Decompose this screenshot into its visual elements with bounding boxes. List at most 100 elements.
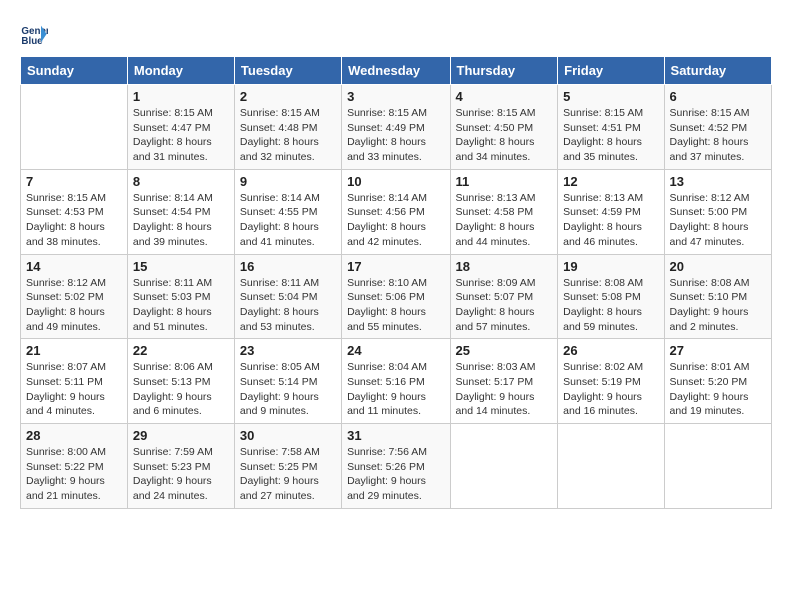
day-number: 19: [563, 259, 658, 274]
calendar-cell: 27 Sunrise: 8:01 AM Sunset: 5:20 PM Dayli…: [664, 339, 771, 424]
day-header-sunday: Sunday: [21, 57, 128, 85]
day-header-thursday: Thursday: [450, 57, 558, 85]
calendar-cell: 17Sunrise: 8:10 AM Sunset: 5:06 PM Dayli…: [342, 254, 450, 339]
day-number: 18: [456, 259, 553, 274]
day-detail: Sunrise: 8:13 AM Sunset: 4:58 PM Dayligh…: [456, 191, 553, 250]
day-detail: Sunrise: 8:02 AM Sunset: 5:19 PM Dayligh…: [563, 360, 658, 419]
day-number: 4: [456, 89, 553, 104]
day-detail: Sunrise: 8:01 AM Sunset: 5:20 PM Dayligh…: [670, 360, 766, 419]
day-number: 5: [563, 89, 658, 104]
day-detail: Sunrise: 8:11 AM Sunset: 5:03 PM Dayligh…: [133, 276, 229, 335]
day-detail: Sunrise: 8:12 AM Sunset: 5:02 PM Dayligh…: [26, 276, 122, 335]
calendar-cell: 9 Sunrise: 8:14 AM Sunset: 4:55 PM Daylig…: [234, 169, 341, 254]
calendar-week-2: 7 Sunrise: 8:15 AM Sunset: 4:53 PM Daylig…: [21, 169, 772, 254]
calendar-week-3: 14 Sunrise: 8:12 AM Sunset: 5:02 PM Dayli…: [21, 254, 772, 339]
calendar-cell: [558, 424, 664, 509]
calendar-cell: 28 Sunrise: 8:00 AM Sunset: 5:22 PM Dayli…: [21, 424, 128, 509]
day-detail: Sunrise: 8:15 AM Sunset: 4:53 PM Dayligh…: [26, 191, 122, 250]
day-detail: Sunrise: 8:14 AM Sunset: 4:56 PM Dayligh…: [347, 191, 444, 250]
day-number: 22: [133, 343, 229, 358]
day-number: 15: [133, 259, 229, 274]
calendar-cell: 19Sunrise: 8:08 AM Sunset: 5:08 PM Dayli…: [558, 254, 664, 339]
calendar-cell: 16 Sunrise: 8:11 AM Sunset: 5:04 PM Dayli…: [234, 254, 341, 339]
calendar-cell: 14 Sunrise: 8:12 AM Sunset: 5:02 PM Dayli…: [21, 254, 128, 339]
svg-text:Blue: Blue: [21, 36, 43, 47]
day-detail: Sunrise: 7:56 AM Sunset: 5:26 PM Dayligh…: [347, 445, 444, 504]
logo: General Blue: [20, 20, 52, 48]
day-number: 7: [26, 174, 122, 189]
day-number: 28: [26, 428, 122, 443]
day-header-monday: Monday: [127, 57, 234, 85]
calendar-cell: 23Sunrise: 8:05 AM Sunset: 5:14 PM Dayli…: [234, 339, 341, 424]
day-header-tuesday: Tuesday: [234, 57, 341, 85]
day-number: 16: [240, 259, 336, 274]
calendar-week-5: 28 Sunrise: 8:00 AM Sunset: 5:22 PM Dayli…: [21, 424, 772, 509]
day-detail: Sunrise: 8:15 AM Sunset: 4:52 PM Dayligh…: [670, 106, 766, 165]
day-number: 30: [240, 428, 336, 443]
calendar-cell: 31 Sunrise: 7:56 AM Sunset: 5:26 PM Dayli…: [342, 424, 450, 509]
calendar-week-1: 1 Sunrise: 8:15 AM Sunset: 4:47 PM Daylig…: [21, 85, 772, 170]
day-number: 9: [240, 174, 336, 189]
day-detail: Sunrise: 8:15 AM Sunset: 4:49 PM Dayligh…: [347, 106, 444, 165]
calendar-cell: 12 Sunrise: 8:13 AM Sunset: 4:59 PM Dayli…: [558, 169, 664, 254]
day-detail: Sunrise: 8:12 AM Sunset: 5:00 PM Dayligh…: [670, 191, 766, 250]
day-number: 31: [347, 428, 444, 443]
day-number: 24: [347, 343, 444, 358]
day-number: 11: [456, 174, 553, 189]
calendar-cell: 26 Sunrise: 8:02 AM Sunset: 5:19 PM Dayli…: [558, 339, 664, 424]
day-detail: Sunrise: 8:04 AM Sunset: 5:16 PM Dayligh…: [347, 360, 444, 419]
logo-icon: General Blue: [20, 20, 48, 48]
day-number: 10: [347, 174, 444, 189]
day-number: 17: [347, 259, 444, 274]
day-detail: Sunrise: 8:13 AM Sunset: 4:59 PM Dayligh…: [563, 191, 658, 250]
calendar-cell: 7 Sunrise: 8:15 AM Sunset: 4:53 PM Daylig…: [21, 169, 128, 254]
day-detail: Sunrise: 8:15 AM Sunset: 4:48 PM Dayligh…: [240, 106, 336, 165]
day-detail: Sunrise: 8:09 AM Sunset: 5:07 PM Dayligh…: [456, 276, 553, 335]
day-number: 2: [240, 89, 336, 104]
calendar-cell: 30Sunrise: 7:58 AM Sunset: 5:25 PM Dayli…: [234, 424, 341, 509]
day-detail: Sunrise: 8:11 AM Sunset: 5:04 PM Dayligh…: [240, 276, 336, 335]
calendar-cell: 21 Sunrise: 8:07 AM Sunset: 5:11 PM Dayli…: [21, 339, 128, 424]
calendar-cell: [664, 424, 771, 509]
day-detail: Sunrise: 8:14 AM Sunset: 4:55 PM Dayligh…: [240, 191, 336, 250]
day-detail: Sunrise: 8:07 AM Sunset: 5:11 PM Dayligh…: [26, 360, 122, 419]
day-detail: Sunrise: 8:05 AM Sunset: 5:14 PM Dayligh…: [240, 360, 336, 419]
calendar-body: 1 Sunrise: 8:15 AM Sunset: 4:47 PM Daylig…: [21, 85, 772, 509]
day-number: 3: [347, 89, 444, 104]
calendar-cell: 22 Sunrise: 8:06 AM Sunset: 5:13 PM Dayli…: [127, 339, 234, 424]
day-number: 29: [133, 428, 229, 443]
day-number: 26: [563, 343, 658, 358]
calendar-cell: 24 Sunrise: 8:04 AM Sunset: 5:16 PM Dayli…: [342, 339, 450, 424]
day-detail: Sunrise: 8:06 AM Sunset: 5:13 PM Dayligh…: [133, 360, 229, 419]
calendar-cell: 8Sunrise: 8:14 AM Sunset: 4:54 PM Daylig…: [127, 169, 234, 254]
day-number: 27: [670, 343, 766, 358]
day-detail: Sunrise: 8:15 AM Sunset: 4:51 PM Dayligh…: [563, 106, 658, 165]
day-detail: Sunrise: 8:15 AM Sunset: 4:47 PM Dayligh…: [133, 106, 229, 165]
day-number: 8: [133, 174, 229, 189]
day-number: 14: [26, 259, 122, 274]
calendar-cell: 13 Sunrise: 8:12 AM Sunset: 5:00 PM Dayli…: [664, 169, 771, 254]
calendar-cell: 10 Sunrise: 8:14 AM Sunset: 4:56 PM Dayli…: [342, 169, 450, 254]
calendar-cell: 20Sunrise: 8:08 AM Sunset: 5:10 PM Dayli…: [664, 254, 771, 339]
day-detail: Sunrise: 8:03 AM Sunset: 5:17 PM Dayligh…: [456, 360, 553, 419]
day-header-saturday: Saturday: [664, 57, 771, 85]
calendar-cell: 6 Sunrise: 8:15 AM Sunset: 4:52 PM Daylig…: [664, 85, 771, 170]
calendar-cell: 11 Sunrise: 8:13 AM Sunset: 4:58 PM Dayli…: [450, 169, 558, 254]
day-header-wednesday: Wednesday: [342, 57, 450, 85]
day-number: 13: [670, 174, 766, 189]
page-header: General Blue: [20, 20, 772, 48]
calendar-cell: 4 Sunrise: 8:15 AM Sunset: 4:50 PM Daylig…: [450, 85, 558, 170]
calendar-cell: 1 Sunrise: 8:15 AM Sunset: 4:47 PM Daylig…: [127, 85, 234, 170]
calendar-cell: 25Sunrise: 8:03 AM Sunset: 5:17 PM Dayli…: [450, 339, 558, 424]
calendar-header-row: SundayMondayTuesdayWednesdayThursdayFrid…: [21, 57, 772, 85]
calendar-cell: 18 Sunrise: 8:09 AM Sunset: 5:07 PM Dayli…: [450, 254, 558, 339]
day-detail: Sunrise: 8:08 AM Sunset: 5:10 PM Dayligh…: [670, 276, 766, 335]
calendar-cell: 15 Sunrise: 8:11 AM Sunset: 5:03 PM Dayli…: [127, 254, 234, 339]
day-number: 6: [670, 89, 766, 104]
calendar-cell: [21, 85, 128, 170]
day-detail: Sunrise: 8:00 AM Sunset: 5:22 PM Dayligh…: [26, 445, 122, 504]
day-detail: Sunrise: 8:15 AM Sunset: 4:50 PM Dayligh…: [456, 106, 553, 165]
day-number: 1: [133, 89, 229, 104]
day-number: 21: [26, 343, 122, 358]
day-number: 12: [563, 174, 658, 189]
